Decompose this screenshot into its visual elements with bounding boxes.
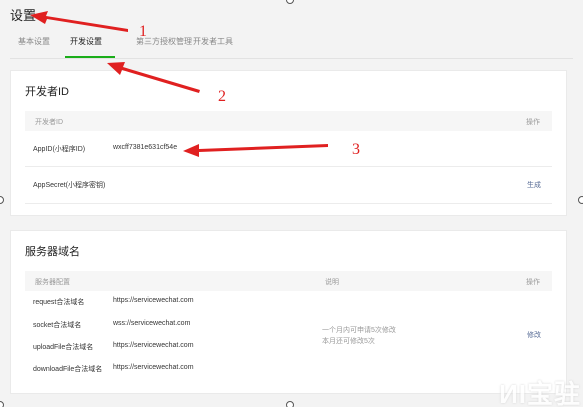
resize-handle-right[interactable] bbox=[578, 196, 583, 204]
modify-quota-text: 一个月内可申请5次修改 bbox=[322, 327, 396, 334]
socket-domain-value: wss://servicewechat.com bbox=[113, 320, 191, 327]
tab-bar: 基本设置 开发设置 第三方授权管理 开发者工具 bbox=[10, 33, 573, 59]
developer-id-title: 开发者ID bbox=[25, 86, 69, 98]
request-domain-value: https://servicewechat.com bbox=[113, 297, 194, 304]
modify-domain-link[interactable]: 修改 bbox=[527, 330, 541, 340]
watermark: ИΙ宝驻 bbox=[499, 379, 581, 407]
resize-handle-bottom[interactable] bbox=[286, 401, 294, 407]
resize-handle-bottom-left[interactable] bbox=[0, 401, 4, 407]
row-divider bbox=[25, 166, 552, 167]
row-divider bbox=[25, 203, 552, 204]
header-description: 说明 bbox=[325, 279, 339, 286]
developer-id-card: 开发者ID 开发者ID 操作 AppID(小程序ID) wxcff7381e63… bbox=[10, 70, 567, 216]
tab-dev-tools[interactable]: 开发者工具 bbox=[193, 36, 233, 47]
upload-domain-label: uploadFile合法域名 bbox=[33, 344, 94, 351]
generate-secret-link[interactable]: 生成 bbox=[527, 180, 541, 190]
server-domain-card: 服务器域名 服务器配置 说明 操作 request合法域名 https://se… bbox=[10, 230, 567, 394]
active-tab-indicator bbox=[65, 56, 115, 58]
header-server-config: 服务器配置 bbox=[35, 279, 70, 286]
resize-handle-left[interactable] bbox=[0, 196, 4, 204]
download-domain-value: https://servicewechat.com bbox=[113, 364, 194, 371]
header-developer-id: 开发者ID bbox=[35, 119, 63, 126]
appsecret-label: AppSecret(小程序密钥) bbox=[33, 182, 106, 189]
request-domain-label: request合法域名 bbox=[33, 299, 85, 306]
annotation-number-1: 1 bbox=[139, 23, 147, 40]
socket-domain-label: socket合法域名 bbox=[33, 322, 82, 329]
appid-label: AppID(小程序ID) bbox=[33, 146, 86, 153]
annotation-number-2: 2 bbox=[218, 88, 226, 105]
server-domain-title: 服务器域名 bbox=[25, 246, 80, 258]
server-domain-table-header: 服务器配置 说明 操作 bbox=[25, 271, 552, 291]
page-title: 设置 bbox=[10, 8, 37, 23]
upload-domain-value: https://servicewechat.com bbox=[113, 342, 194, 349]
header-action: 操作 bbox=[526, 119, 540, 126]
header-action: 操作 bbox=[526, 279, 540, 286]
developer-id-table-header: 开发者ID 操作 bbox=[25, 111, 552, 131]
appid-value: wxcff7381e631cf54e bbox=[113, 144, 178, 151]
arrow-1 bbox=[30, 11, 128, 32]
tab-dev-settings[interactable]: 开发设置 bbox=[70, 36, 102, 47]
modify-remaining-text: 本月还可修改5次 bbox=[322, 338, 375, 345]
resize-handle-top[interactable] bbox=[286, 0, 294, 4]
tab-basic-settings[interactable]: 基本设置 bbox=[18, 36, 50, 47]
annotation-number-3: 3 bbox=[352, 141, 360, 158]
download-domain-label: downloadFile合法域名 bbox=[33, 366, 103, 373]
